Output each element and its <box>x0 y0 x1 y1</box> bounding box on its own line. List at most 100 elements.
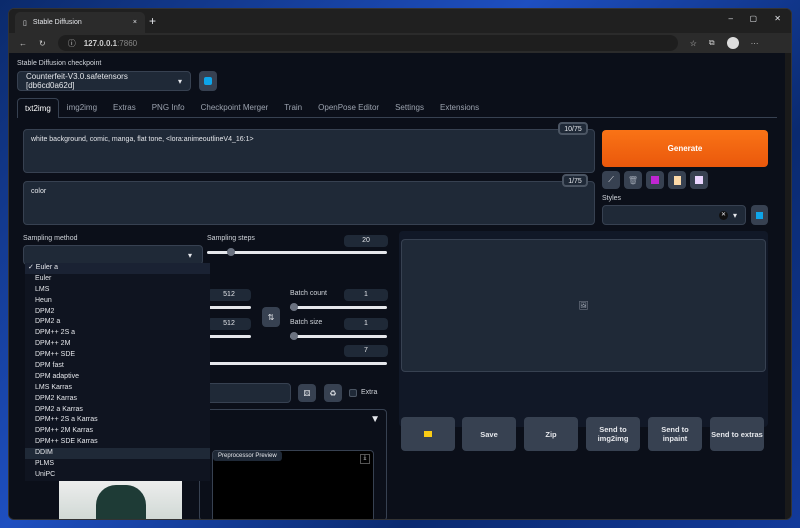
tab-train[interactable]: Train <box>284 103 302 112</box>
negative-prompt-text: color <box>31 188 47 195</box>
url-host: 127.0.0.1 <box>83 38 118 48</box>
batch-count-input[interactable]: 1 <box>344 289 388 301</box>
sampling-option[interactable]: UniPC <box>25 470 210 481</box>
random-seed-button[interactable]: ⚄ <box>298 384 316 402</box>
sampling-option[interactable]: LMS <box>25 285 210 296</box>
checkpoint-select[interactable]: Counterfeit-V3.0.safetensors [db6cd0a62d… <box>17 71 191 91</box>
sampling-option[interactable]: LMS Karras <box>25 383 210 394</box>
new-tab-icon[interactable]: + <box>149 14 156 28</box>
tab-png-info[interactable]: PNG Info <box>152 103 185 112</box>
tab-title: Stable Diffusion <box>32 19 82 26</box>
sampling-steps-slider[interactable] <box>207 248 387 256</box>
profile-avatar[interactable] <box>726 37 739 49</box>
refresh-checkpoint-button[interactable] <box>199 71 217 91</box>
sampling-option[interactable]: DPM2 a <box>25 317 210 328</box>
browser-tab[interactable]: ▯ Stable Diffusion × <box>15 12 145 33</box>
sampling-option[interactable]: DPM++ SDE Karras <box>25 437 210 448</box>
close-window-icon[interactable]: ✕ <box>774 14 781 23</box>
negative-token-counter: 1/75 <box>562 174 588 187</box>
zip-button[interactable]: Zip <box>524 417 578 451</box>
sampling-option[interactable]: DPM2 <box>25 307 210 318</box>
cfg-scale-slider[interactable] <box>199 362 387 365</box>
sampling-option[interactable]: DPM2 a Karras <box>25 405 210 416</box>
styles-select[interactable]: ✕ ▾ <box>602 205 746 225</box>
sampling-option[interactable]: DPM++ SDE <box>25 350 210 361</box>
send-to-inpaint-button[interactable]: Send to inpaint <box>648 417 702 451</box>
negative-prompt-input[interactable]: color <box>23 181 595 225</box>
send-to-img2img-button[interactable]: Send to img2img <box>586 417 640 451</box>
extra-networks-button[interactable] <box>646 171 664 189</box>
sampling-option[interactable]: DPM fast <box>25 361 210 372</box>
collections-icon[interactable]: ⧉ <box>709 38 715 48</box>
controlnet-panel: ▼ Preprocessor Preview ⤓ <box>199 409 387 519</box>
sampling-option[interactable]: DDIM <box>25 448 210 460</box>
apply-style-button[interactable] <box>668 171 686 189</box>
page-scrollbar[interactable] <box>785 53 791 519</box>
tab-settings[interactable]: Settings <box>395 103 424 112</box>
refresh-styles-button[interactable] <box>751 205 768 225</box>
tab-extras[interactable]: Extras <box>113 103 136 112</box>
height-input[interactable]: 512 <box>207 318 251 330</box>
url-port: :7860 <box>117 38 138 48</box>
save-style-button[interactable] <box>690 171 708 189</box>
sampling-option[interactable]: ✓ Euler a <box>25 263 210 274</box>
clear-icon[interactable]: ✕ <box>718 210 728 220</box>
back-icon[interactable]: ← <box>19 39 27 48</box>
chevron-down-icon: ▾ <box>177 76 182 86</box>
sampling-option[interactable]: DPM++ 2S a <box>25 328 210 339</box>
sampling-option[interactable]: DPM++ 2M <box>25 339 210 350</box>
folder-icon <box>424 431 432 437</box>
url-field[interactable]: ⓘ 127.0.0.1:7860 <box>57 35 678 51</box>
seed-input[interactable] <box>199 383 291 403</box>
sampling-option[interactable]: DPM++ 2M Karras <box>25 426 210 437</box>
sampling-option[interactable]: DPM++ 2S a Karras <box>25 415 210 426</box>
favorites-icon[interactable]: ☆ <box>690 39 697 48</box>
extra-checkbox[interactable] <box>349 389 357 397</box>
generate-button[interactable]: Generate <box>602 130 768 167</box>
open-folder-button[interactable] <box>401 417 455 451</box>
sampling-option[interactable]: PLMS <box>25 459 210 470</box>
sampling-method-select[interactable]: ▾ <box>23 245 203 265</box>
sampling-steps-input[interactable]: 20 <box>344 235 388 247</box>
collapse-triangle-icon[interactable]: ▼ <box>370 414 380 425</box>
batch-size-input[interactable]: 1 <box>344 318 388 330</box>
sampling-method-label: Sampling method <box>23 235 78 242</box>
prompt-input[interactable]: white background, comic, manga, flat ton… <box>23 129 595 173</box>
close-tab-icon[interactable]: × <box>133 19 137 26</box>
reuse-seed-button[interactable]: ♻ <box>324 384 342 402</box>
minimize-icon[interactable]: – <box>729 14 733 23</box>
batch-count-slider[interactable] <box>290 303 387 311</box>
send-to-extras-button[interactable]: Send to extras <box>710 417 764 451</box>
more-icon[interactable]: ··· <box>751 39 759 48</box>
input-image[interactable] <box>59 479 182 519</box>
trash-icon: 🗑 <box>627 175 639 185</box>
refresh-icon[interactable]: ↻ <box>39 39 46 48</box>
sampling-option[interactable]: Heun <box>25 296 210 307</box>
prompt-token-counter: 10/75 <box>558 122 588 135</box>
batch-count-label: Batch count <box>290 290 327 297</box>
width-input[interactable]: 512 <box>207 289 251 301</box>
clear-prompt-button[interactable]: 🗑 <box>624 171 642 189</box>
tab-txt2img[interactable]: txt2img <box>17 97 59 118</box>
tab-extensions[interactable]: Extensions <box>440 103 479 112</box>
save-label: Save <box>480 429 498 439</box>
tab-checkpoint-merger[interactable]: Checkpoint Merger <box>201 103 269 112</box>
send-img2img-label: Send to img2img <box>597 425 629 443</box>
save-button[interactable]: Save <box>462 417 516 451</box>
tab-openpose-editor[interactable]: OpenPose Editor <box>318 103 379 112</box>
sampling-method-dropdown: ✓ Euler a Euler LMS Heun DPM2 DPM2 a DPM++ 2S … <box>25 263 210 481</box>
sampling-option[interactable]: Euler <box>25 274 210 285</box>
download-icon[interactable]: ⤓ <box>360 454 370 464</box>
output-panel: 🖼 <box>399 231 768 427</box>
sampling-option[interactable]: DPM adaptive <box>25 372 210 383</box>
refresh-icon <box>204 77 212 85</box>
clipboard-icon <box>673 175 681 185</box>
batch-size-slider[interactable] <box>290 332 387 340</box>
preprocessor-preview-label: Preprocessor Preview <box>213 451 282 461</box>
cfg-scale-input[interactable]: 7 <box>344 345 388 357</box>
read-params-button[interactable]: ⟋ <box>602 171 620 189</box>
sampling-option[interactable]: DPM2 Karras <box>25 394 210 405</box>
swap-dimensions-button[interactable]: ⇅ <box>262 307 280 327</box>
tab-img2img[interactable]: img2img <box>67 103 97 112</box>
maximize-icon[interactable]: ▢ <box>749 14 757 23</box>
